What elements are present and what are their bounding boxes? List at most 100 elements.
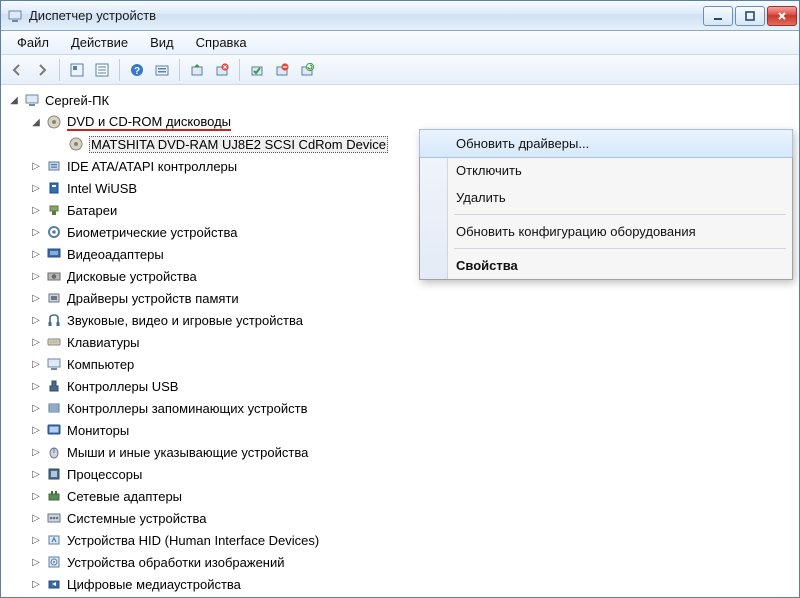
tree-category-label: Видеоадаптеры (67, 247, 164, 262)
tree-category[interactable]: ▷ Мониторы (29, 419, 799, 441)
expand-icon[interactable]: ▷ (29, 555, 43, 569)
expand-icon[interactable]: ▷ (29, 379, 43, 393)
ctx-delete-label: Удалить (456, 190, 506, 205)
menubar: Файл Действие Вид Справка (1, 31, 799, 55)
expand-spacer (51, 137, 65, 151)
tree-root-label: Сергей-ПК (45, 93, 109, 108)
menu-action[interactable]: Действие (61, 33, 138, 52)
expand-icon[interactable]: ▷ (29, 269, 43, 283)
tree-category-label: Системные устройства (67, 511, 206, 526)
category-icon (45, 443, 63, 461)
category-icon (45, 179, 63, 197)
refresh-button[interactable] (295, 58, 319, 82)
tree-category-label: Мыши и иные указывающие устройства (67, 445, 308, 460)
tree-category-label: Биометрические устройства (67, 225, 237, 240)
menu-help[interactable]: Справка (186, 33, 257, 52)
minimize-button[interactable] (703, 6, 733, 26)
ctx-disable-label: Отключить (456, 163, 522, 178)
properties-button[interactable] (90, 58, 114, 82)
enable-button[interactable] (245, 58, 269, 82)
category-icon (45, 245, 63, 263)
expand-icon[interactable]: ▷ (29, 291, 43, 305)
show-hidden-button[interactable] (65, 58, 89, 82)
tree-category[interactable]: ▷Контроллеры запоминающих устройств (29, 397, 799, 419)
tree-category[interactable]: ▷Драйверы устройств памяти (29, 287, 799, 309)
device-tree-panel[interactable]: ◢ Сергей-ПК ◢DVD и CD-ROM дисководыMATSH… (1, 85, 799, 597)
collapse-icon[interactable]: ◢ (7, 93, 21, 107)
expand-icon[interactable]: ▷ (29, 423, 43, 437)
context-menu: Обновить драйверы... Отключить Удалить О… (419, 129, 793, 280)
category-icon (45, 289, 63, 307)
tree-category[interactable]: ▷Процессоры (29, 463, 799, 485)
maximize-button[interactable] (735, 6, 765, 26)
tree-category-label: Мониторы (67, 423, 129, 438)
ctx-delete[interactable]: Удалить (420, 184, 792, 211)
uninstall-button[interactable] (210, 58, 234, 82)
window-title: Диспетчер устройств (29, 8, 703, 23)
ctx-scan-hardware[interactable]: Обновить конфигурацию оборудования (420, 218, 792, 245)
collapse-icon[interactable]: ◢ (29, 115, 43, 129)
tree-category[interactable]: ▷ Устройства обработки изображений (29, 551, 799, 573)
toolbar-separator (59, 59, 60, 81)
expand-icon[interactable]: ▷ (29, 467, 43, 481)
toolbar-separator (179, 59, 180, 81)
close-button[interactable] (767, 6, 797, 26)
scan-button[interactable] (150, 58, 174, 82)
ctx-disable[interactable]: Отключить (420, 157, 792, 184)
tree-category[interactable]: ▷Цифровые медиаустройства (29, 573, 799, 595)
expand-icon[interactable]: ▷ (29, 511, 43, 525)
tree-category-label: Звуковые, видео и игровые устройства (67, 313, 303, 328)
tree-category[interactable]: ▷ Контроллеры USB (29, 375, 799, 397)
tree-root[interactable]: ◢ Сергей-ПК (7, 89, 799, 111)
tree-category[interactable]: ▷Устройства HID (Human Interface Devices… (29, 529, 799, 551)
tree-category[interactable]: ▷ Сетевые адаптеры (29, 485, 799, 507)
tree-category-label: Устройства обработки изображений (67, 555, 285, 570)
window-controls (703, 6, 797, 26)
tree-category-label: Сетевые адаптеры (67, 489, 182, 504)
expand-icon[interactable]: ▷ (29, 489, 43, 503)
tree-category-label: Intel WiUSB (67, 181, 137, 196)
disable-button[interactable] (270, 58, 294, 82)
category-icon (45, 531, 63, 549)
expand-icon[interactable]: ▷ (29, 181, 43, 195)
update-driver-button[interactable] (185, 58, 209, 82)
expand-icon[interactable]: ▷ (29, 577, 43, 591)
expand-icon[interactable]: ▷ (29, 445, 43, 459)
menu-file[interactable]: Файл (7, 33, 59, 52)
device-icon (67, 135, 85, 153)
expand-icon[interactable]: ▷ (29, 401, 43, 415)
toolbar-separator (239, 59, 240, 81)
ctx-scan-hardware-label: Обновить конфигурацию оборудования (456, 224, 696, 239)
ctx-properties[interactable]: Свойства (420, 252, 792, 279)
nav-back-button[interactable] (5, 58, 29, 82)
tree-category-label: Батареи (67, 203, 117, 218)
expand-icon[interactable]: ▷ (29, 313, 43, 327)
expand-icon[interactable]: ▷ (29, 357, 43, 371)
menu-view[interactable]: Вид (140, 33, 184, 52)
ctx-update-drivers[interactable]: Обновить драйверы... (419, 129, 793, 158)
tree-category-label: Дисковые устройства (67, 269, 197, 284)
tree-category[interactable]: ▷ Звуковые, видео и игровые устройства (29, 309, 799, 331)
expand-icon[interactable]: ▷ (29, 225, 43, 239)
tree-category[interactable]: ▷ Клавиатуры (29, 331, 799, 353)
app-icon (7, 8, 23, 24)
tree-category-label: IDE ATA/ATAPI контроллеры (67, 159, 237, 174)
category-icon (45, 509, 63, 527)
expand-icon[interactable]: ▷ (29, 335, 43, 349)
expand-icon[interactable]: ▷ (29, 203, 43, 217)
category-icon (45, 267, 63, 285)
help-button[interactable]: ? (125, 58, 149, 82)
expand-icon[interactable]: ▷ (29, 247, 43, 261)
category-icon (45, 399, 63, 417)
tree-category[interactable]: ▷ Системные устройства (29, 507, 799, 529)
expand-icon[interactable]: ▷ (29, 533, 43, 547)
tree-category-label: Контроллеры USB (67, 379, 178, 394)
category-icon (45, 201, 63, 219)
category-icon (45, 355, 63, 373)
tree-category-label: Клавиатуры (67, 335, 140, 350)
tree-category[interactable]: ▷Компьютер (29, 353, 799, 375)
nav-forward-button[interactable] (30, 58, 54, 82)
category-icon (45, 487, 63, 505)
expand-icon[interactable]: ▷ (29, 159, 43, 173)
tree-category[interactable]: ▷ Мыши и иные указывающие устройства (29, 441, 799, 463)
